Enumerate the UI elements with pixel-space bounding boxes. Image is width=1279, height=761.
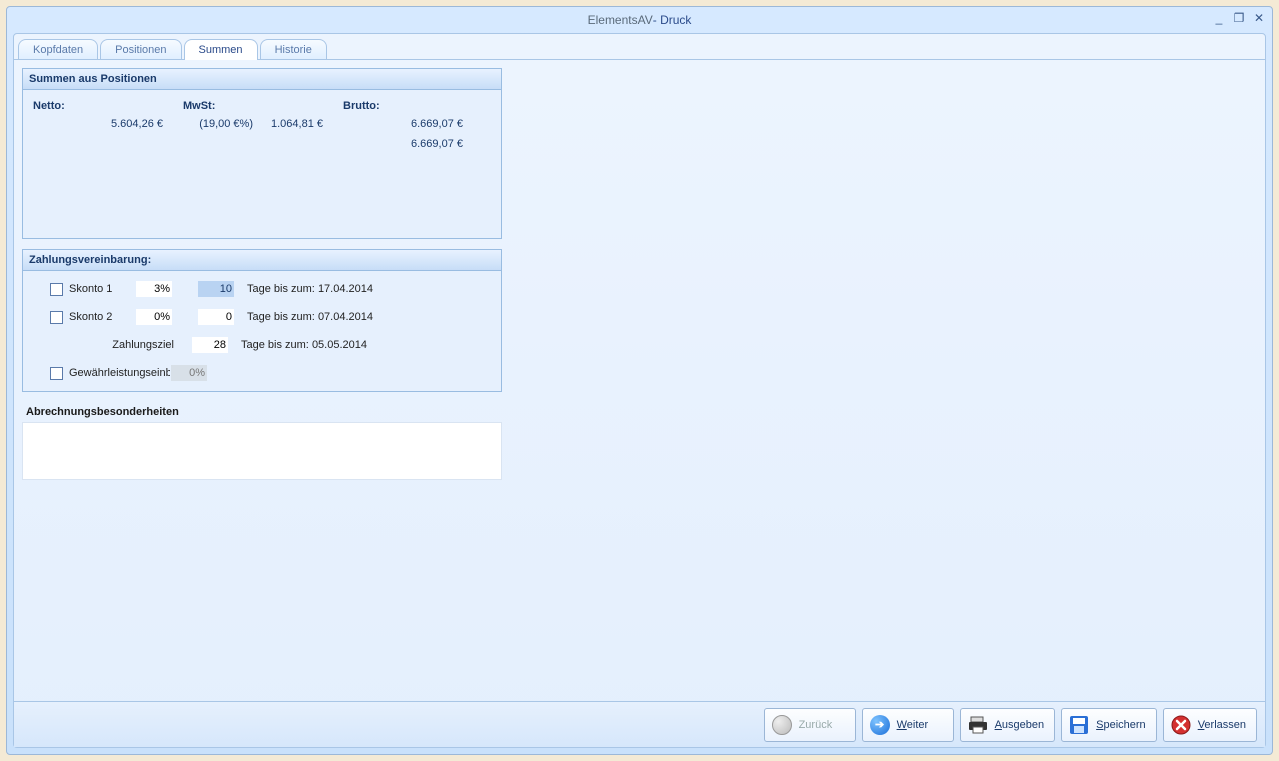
save-icon — [1068, 714, 1090, 736]
sums-group-header: Summen aus Positionen — [23, 69, 501, 90]
skonto2-label: Skonto 2 — [69, 311, 129, 323]
titlebar: ElementsAV - Druck _ ❐ ✕ — [7, 7, 1272, 33]
mwst-value: 1.064,81 € — [253, 118, 343, 130]
sums-row-1: 5.604,26 € (19,00 €%) 1.064,81 € 6.669,0… — [23, 114, 501, 134]
notes-textarea[interactable] — [22, 422, 502, 480]
skonto2-row: Skonto 2 Tage bis zum: 07.04.2014 — [23, 303, 501, 331]
tabs: Kopfdaten Positionen Summen Historie — [14, 34, 1265, 59]
footer-bar: Zurück ➔ Weiter Ausgeben Speichern — [14, 701, 1265, 747]
close-button[interactable]: ✕ — [1252, 11, 1266, 25]
sums-group: Summen aus Positionen Netto: MwSt: Brutt… — [22, 68, 502, 239]
arrow-back-icon — [771, 714, 793, 736]
notes-header: Abrechnungsbesonderheiten — [22, 402, 1257, 422]
back-button-label: Zurück — [799, 719, 833, 731]
app-window: ElementsAV - Druck _ ❐ ✕ Kopfdaten Posit… — [6, 6, 1273, 755]
arrow-forward-icon: ➔ — [869, 714, 891, 736]
title-main: ElementsAV — [588, 13, 653, 27]
skonto1-days-input[interactable] — [197, 280, 235, 298]
sums-group-body: Netto: MwSt: Brutto: 5.604,26 € (19,00 €… — [23, 90, 501, 238]
netto-value: 5.604,26 € — [33, 118, 183, 130]
tab-summen[interactable]: Summen — [184, 39, 258, 60]
maximize-button[interactable]: ❐ — [1232, 11, 1246, 25]
col-mwst: MwSt: — [183, 100, 343, 112]
tab-kopfdaten[interactable]: Kopfdaten — [18, 39, 98, 60]
minimize-button[interactable]: _ — [1212, 11, 1226, 25]
back-button[interactable]: Zurück — [764, 708, 856, 742]
skonto1-percent-input[interactable] — [135, 280, 173, 298]
ziel-row: Zahlungsziel Tage bis zum: 05.05.2014 — [23, 331, 501, 359]
payment-group-body: Skonto 1 Tage bis zum: 17.04.2014 Skonto… — [23, 271, 501, 391]
skonto1-label: Skonto 1 — [69, 283, 129, 295]
einbehalt-percent-input[interactable] — [170, 364, 208, 382]
ziel-label: Zahlungsziel — [69, 339, 174, 351]
sums-row-total: 6.669,07 € — [23, 134, 501, 154]
einbehalt-checkbox[interactable] — [50, 367, 63, 380]
tab-historie[interactable]: Historie — [260, 39, 327, 60]
forward-button[interactable]: ➔ Weiter — [862, 708, 954, 742]
col-brutto: Brutto: — [343, 100, 483, 112]
mwst-rate: (19,00 €%) — [183, 118, 253, 130]
tab-positionen[interactable]: Positionen — [100, 39, 181, 60]
payment-group-header: Zahlungsvereinbarung: — [23, 250, 501, 271]
skonto1-row: Skonto 1 Tage bis zum: 17.04.2014 — [23, 275, 501, 303]
skonto2-checkbox[interactable] — [50, 311, 63, 324]
skonto2-days-input[interactable] — [197, 308, 235, 326]
ziel-date-label: Tage bis zum: 05.05.2014 — [241, 339, 367, 351]
einbehalt-row: Gewährleistungseinbehalt: — [23, 359, 501, 387]
ziel-days-input[interactable] — [191, 336, 229, 354]
save-button[interactable]: Speichern — [1061, 708, 1157, 742]
skonto1-date-label: Tage bis zum: 17.04.2014 — [247, 283, 373, 295]
save-button-label: Speichern — [1096, 719, 1146, 731]
exit-button-label: Verlassen — [1198, 719, 1246, 731]
brutto-total: 6.669,07 € — [343, 138, 483, 150]
output-button[interactable]: Ausgeben — [960, 708, 1056, 742]
sums-columns: Netto: MwSt: Brutto: — [23, 94, 501, 114]
content-area: Kopfdaten Positionen Summen Historie Sum… — [13, 33, 1266, 748]
workspace: Summen aus Positionen Netto: MwSt: Brutt… — [14, 59, 1265, 747]
close-icon — [1170, 714, 1192, 736]
col-netto: Netto: — [33, 100, 183, 112]
window-controls: _ ❐ ✕ — [1212, 11, 1266, 25]
einbehalt-label: Gewährleistungseinbehalt: — [69, 368, 164, 379]
brutto-value: 6.669,07 € — [343, 118, 483, 130]
exit-button[interactable]: Verlassen — [1163, 708, 1257, 742]
payment-group: Zahlungsvereinbarung: Skonto 1 Tage bis … — [22, 249, 502, 392]
printer-icon — [967, 714, 989, 736]
output-button-label: Ausgeben — [995, 719, 1045, 731]
skonto1-checkbox[interactable] — [50, 283, 63, 296]
forward-button-label: Weiter — [897, 719, 929, 731]
skonto2-percent-input[interactable] — [135, 308, 173, 326]
title-sub: - Druck — [653, 13, 692, 27]
skonto2-date-label: Tage bis zum: 07.04.2014 — [247, 311, 373, 323]
